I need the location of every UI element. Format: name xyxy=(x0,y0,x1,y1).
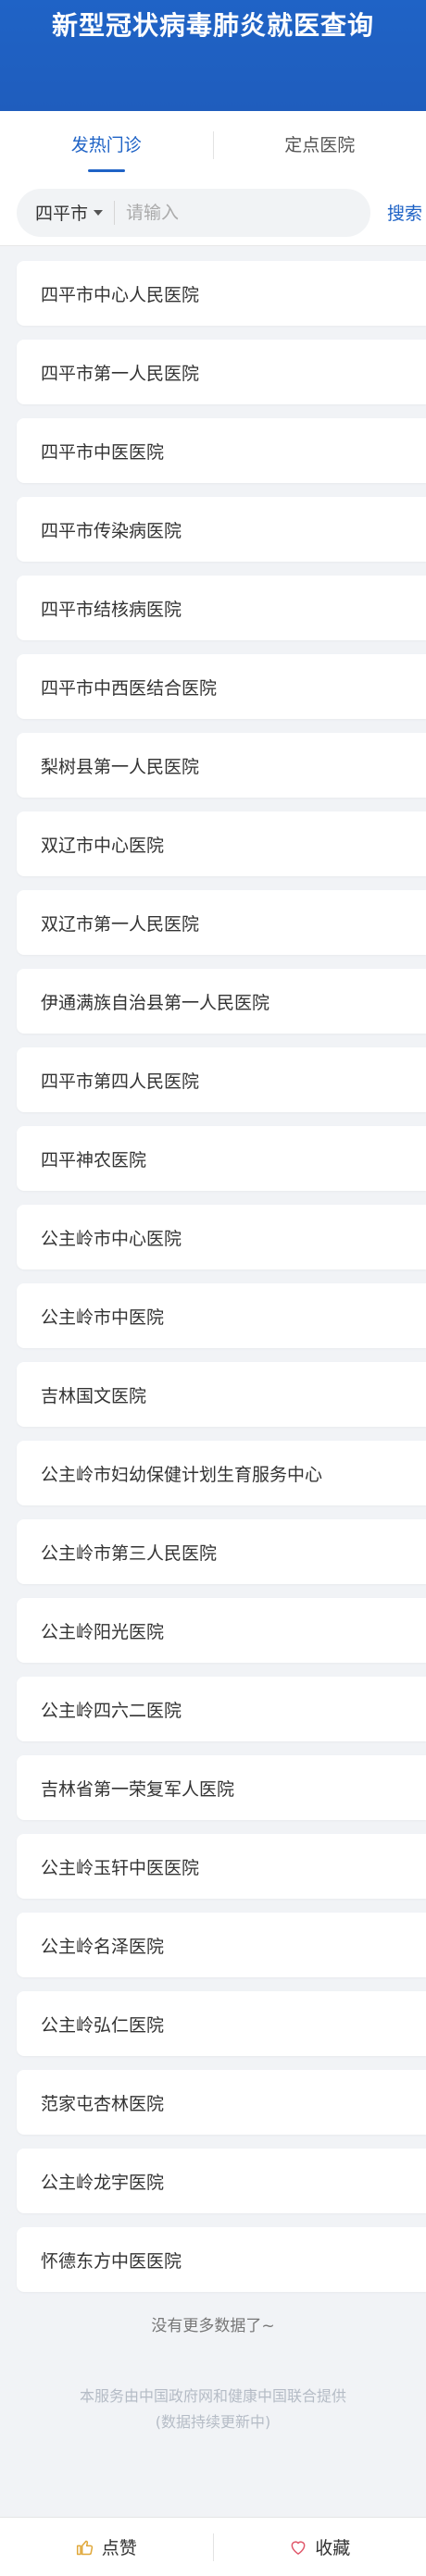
favorite-label: 收藏 xyxy=(315,2538,351,2558)
bottom-action-bar: 点赞 收藏 xyxy=(0,2517,426,2576)
active-tab-indicator xyxy=(87,169,125,172)
hospital-list-item[interactable]: 四平市传染病医院 xyxy=(17,497,426,562)
hospital-name: 怀德东方中医医院 xyxy=(41,2250,182,2272)
tab-bar: 发热门诊 定点医院 xyxy=(0,111,426,180)
footer-line-2: (数据持续更新中) xyxy=(155,2413,271,2431)
hospital-name: 吉林省第一荣复军人医院 xyxy=(41,1778,235,1800)
hospital-name: 公主岭市中医院 xyxy=(41,1307,165,1328)
list-end-text: 没有更多数据了~ xyxy=(151,2317,275,2335)
hospital-name: 四平市结核病医院 xyxy=(41,599,182,620)
hospital-name: 吉林国文医院 xyxy=(41,1385,147,1406)
page-title: 新型冠状病毒肺炎就医查询 xyxy=(51,10,374,41)
hospital-name: 公主岭市妇幼保健计划生育服务中心 xyxy=(41,1464,323,1485)
favorite-button[interactable]: 收藏 xyxy=(214,2534,426,2559)
hospital-list-item[interactable]: 双辽市第一人民医院 xyxy=(17,890,426,955)
hospital-list-item[interactable]: 四平市第一人民医院 xyxy=(17,340,426,404)
hospital-name: 四平市第一人民医院 xyxy=(41,363,200,384)
hospital-name: 公主岭玉轩中医医院 xyxy=(41,1857,200,1878)
search-button[interactable]: 搜索 xyxy=(387,200,422,225)
caret-down-icon xyxy=(94,209,104,216)
hospital-name: 四平市中心人民医院 xyxy=(41,284,200,305)
hospital-name: 双辽市中心医院 xyxy=(41,835,165,856)
like-label: 点赞 xyxy=(101,2538,137,2558)
hospital-name: 双辽市第一人民医院 xyxy=(41,913,200,935)
hospital-list-item[interactable]: 公主岭名泽医院 xyxy=(17,1913,426,1977)
hospital-list-item[interactable]: 四平市第四人民医院 xyxy=(17,1047,426,1112)
search-bar: 四平市 搜索 xyxy=(0,180,426,246)
hospital-list: 四平市中心人民医院 四平市第一人民医院 四平市中医医院 四平市传染病医院 四平市结核病医… xyxy=(0,246,426,2292)
hospital-name: 梨树县第一人民医院 xyxy=(41,756,200,777)
city-dropdown[interactable]: 四平市 xyxy=(35,200,116,225)
tab-label: 定点医院 xyxy=(284,135,356,155)
tab-designated-hospital[interactable]: 定点医院 xyxy=(214,111,426,180)
hospital-name: 四平市传染病医院 xyxy=(41,520,182,541)
hospital-list-item[interactable]: 伊通满族自治县第一人民医院 xyxy=(17,969,426,1034)
hospital-name: 公主岭市第三人民医院 xyxy=(41,1542,218,1564)
hospital-list-item[interactable]: 公主岭弘仁医院 xyxy=(17,1991,426,2056)
hospital-list-item[interactable]: 公主岭阳光医院 xyxy=(17,1598,426,1663)
hospital-list-item[interactable]: 梨树县第一人民医院 xyxy=(17,733,426,798)
hospital-list-item[interactable]: 四平市结核病医院 xyxy=(17,576,426,640)
hospital-name: 范家屯杏林医院 xyxy=(41,2093,165,2114)
header-banner: 新型冠状病毒肺炎就医查询 xyxy=(0,0,426,111)
thumbs-up-icon xyxy=(76,2540,93,2555)
hospital-list-item[interactable]: 公主岭市中医院 xyxy=(17,1283,426,1348)
hospital-list-item[interactable]: 四平市中心人民医院 xyxy=(17,261,426,326)
city-dropdown-value: 四平市 xyxy=(35,204,89,224)
hospital-list-item[interactable]: 双辽市中心医院 xyxy=(17,811,426,876)
hospital-list-item[interactable]: 四平市中医医院 xyxy=(17,418,426,483)
hospital-name: 公主岭阳光医院 xyxy=(41,1621,165,1642)
hospital-list-item[interactable]: 公主岭市第三人民医院 xyxy=(17,1519,426,1584)
search-box: 四平市 xyxy=(17,188,370,237)
hospital-name: 四平神农医院 xyxy=(41,1149,147,1170)
hospital-name: 公主岭龙宇医院 xyxy=(41,2172,165,2193)
hospital-list-item[interactable]: 公主岭市妇幼保健计划生育服务中心 xyxy=(17,1441,426,1505)
hospital-list-item[interactable]: 吉林省第一荣复军人医院 xyxy=(17,1755,426,1820)
hospital-name: 四平市第四人民医院 xyxy=(41,1071,200,1092)
hospital-list-item[interactable]: 公主岭玉轩中医医院 xyxy=(17,1834,426,1899)
heart-icon xyxy=(291,2540,306,2555)
hospital-list-item[interactable]: 四平市中西医结合医院 xyxy=(17,654,426,719)
tab-fever-clinic[interactable]: 发热门诊 xyxy=(0,111,213,180)
hospital-name: 公主岭弘仁医院 xyxy=(41,2014,165,2036)
hospital-list-item[interactable]: 怀德东方中医医院 xyxy=(17,2227,426,2292)
hospital-name: 四平市中医医院 xyxy=(41,441,165,463)
hospital-list-item[interactable]: 公主岭市中心医院 xyxy=(17,1205,426,1269)
hospital-list-item[interactable]: 范家屯杏林医院 xyxy=(17,2070,426,2135)
footer-note: 本服务由中国政府网和健康中国联合提供 (数据持续更新中) xyxy=(0,2384,426,2435)
hospital-list-item[interactable]: 吉林国文医院 xyxy=(17,1362,426,1427)
hospital-list-item[interactable]: 四平神农医院 xyxy=(17,1126,426,1191)
hospital-list-item[interactable]: 公主岭四六二医院 xyxy=(17,1677,426,1741)
hospital-list-item[interactable]: 公主岭龙宇医院 xyxy=(17,2149,426,2213)
tab-label: 发热门诊 xyxy=(70,135,142,155)
hospital-name: 公主岭名泽医院 xyxy=(41,1936,165,1957)
hospital-name: 伊通满族自治县第一人民医院 xyxy=(41,992,270,1013)
hospital-name: 公主岭四六二医院 xyxy=(41,1700,182,1721)
search-input[interactable] xyxy=(126,202,349,223)
hospital-name: 四平市中西医结合医院 xyxy=(41,677,218,699)
hospital-name: 公主岭市中心医院 xyxy=(41,1228,182,1249)
footer-line-1: 本服务由中国政府网和健康中国联合提供 xyxy=(79,2387,346,2405)
like-button[interactable]: 点赞 xyxy=(0,2534,213,2559)
